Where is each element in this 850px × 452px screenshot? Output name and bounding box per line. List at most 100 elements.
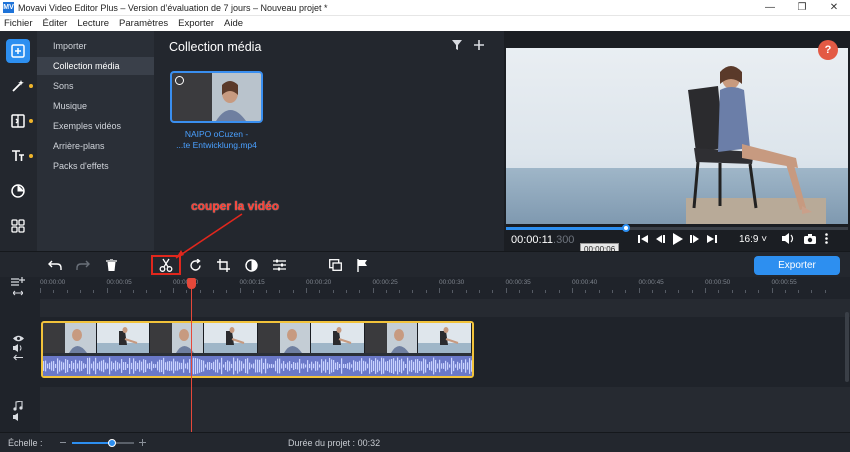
playback-progress[interactable] [506,224,848,232]
category-musique[interactable]: Musique [37,97,154,115]
more-tools-icon[interactable] [6,214,30,238]
marker-icon[interactable] [352,256,372,274]
menu-exporter[interactable]: Exporter [178,18,214,29]
ruler-tick [731,290,733,293]
overlay-icon[interactable] [325,256,345,274]
magic-wand-icon[interactable] [6,74,30,98]
waveform-bar [117,362,119,370]
skip-start-icon[interactable] [638,234,648,244]
next-frame-icon[interactable] [690,234,700,244]
waveform-bar [61,361,63,371]
playback-progress-knob[interactable] [621,224,630,232]
category-importer[interactable]: Importer [37,37,154,55]
menu-lecture[interactable]: Lecture [77,18,109,29]
zoom-in-icon[interactable] [139,439,146,446]
stickers-icon[interactable] [6,179,30,203]
ruler-tick [212,290,214,293]
waveform-bar [269,364,271,368]
zoom-slider[interactable] [72,439,134,447]
media-item-caption[interactable]: NAIPO oCuzen - ...te Entwicklung.mp4 [164,129,269,151]
ruler-label: 00:00:30 [439,279,465,286]
waveform-bar [259,359,261,373]
waveform-bar [435,359,437,373]
timeline-scrollbar[interactable] [845,312,849,382]
aspect-ratio-select[interactable]: 16:9 ˅ [739,234,767,245]
import-icon[interactable] [6,39,30,63]
waveform-bar [133,358,135,374]
redo-icon[interactable] [73,256,93,274]
waveform-bar [103,359,105,373]
link-icon[interactable] [13,289,23,297]
waveform-bar [99,361,101,371]
minimize-button[interactable]: — [754,0,786,16]
play-icon[interactable] [672,233,683,245]
duration-value: 00:32 [357,438,381,448]
clip-frame [418,323,472,353]
clip-frame [96,323,151,353]
cut-button[interactable] [151,255,181,275]
track-volume-icon[interactable] [13,344,23,352]
clip-properties-icon[interactable] [269,256,289,274]
media-actions [452,40,484,50]
waveform-bar [219,362,221,370]
menu-aide[interactable]: Aide [224,18,243,29]
more-options-icon[interactable] [825,233,828,244]
waveform-bar [325,359,327,373]
detach-audio-icon[interactable] [13,354,23,361]
skip-end-icon[interactable] [707,234,717,244]
zoom-slider-knob[interactable] [108,439,117,447]
rotate-icon[interactable] [185,256,205,274]
delete-icon[interactable] [101,256,121,274]
category-exemples-videos[interactable]: Exemples vidéos [37,117,154,135]
prev-frame-icon[interactable] [655,234,665,244]
music-track[interactable] [40,387,850,432]
menu-fichier[interactable]: Fichier [4,18,33,29]
category-arriere-plans[interactable]: Arrière-plans [37,137,154,155]
volume-icon[interactable] [782,233,795,244]
title-bar: MV Movavi Video Editor Plus – Version d’… [0,0,850,16]
video-clip[interactable] [41,321,474,378]
ruler-label: 00:00:50 [705,279,731,286]
snapshot-icon[interactable] [804,233,816,244]
waveform-bar [77,363,79,369]
close-button[interactable]: ✕ [818,0,850,16]
undo-icon[interactable] [45,256,65,274]
crop-icon[interactable] [213,256,233,274]
status-bar: Échelle : Durée du projet : 00:32 [0,432,850,452]
add-track-icon[interactable] [11,277,25,287]
menu-editer[interactable]: Éditer [43,18,68,29]
menu-parametres[interactable]: Paramètres [119,18,168,29]
duration-label: Durée du projet : [288,438,356,448]
zoom-out-icon[interactable] [60,442,66,443]
waveform-bar [403,361,405,371]
music-volume-icon[interactable] [13,413,23,421]
playhead-handle[interactable] [187,278,196,289]
time-ruler[interactable]: 00:00:00 00:00:05 00:00:10 00:00:15 00:00:20… [40,277,850,293]
add-icon[interactable] [474,40,484,50]
waveform-bar [329,357,331,375]
waveform-bar [215,359,217,373]
waveform-bar [307,360,309,372]
waveform-bar [277,358,279,374]
playhead[interactable] [191,280,192,432]
category-packs-effets[interactable]: Packs d'effets [37,157,154,175]
titles-icon[interactable] [6,144,30,168]
transitions-icon[interactable] [6,109,30,133]
waveform-bar [63,362,65,370]
visibility-icon[interactable] [12,335,24,342]
filter-icon[interactable] [452,40,462,50]
ruler-tick [465,290,467,293]
waveform-bar [417,359,419,373]
ruler-tick [518,290,520,293]
category-sons[interactable]: Sons [37,77,154,95]
media-thumbnail[interactable] [170,71,263,123]
waveform-bar [429,361,431,371]
export-button[interactable]: Exporter [754,256,840,275]
category-collection-media[interactable]: Collection média [37,57,154,75]
color-adjust-icon[interactable] [241,256,261,274]
titles-track[interactable] [40,299,850,317]
waveform-bar [287,362,289,370]
help-button[interactable]: ? [818,40,838,60]
waveform-bar [261,358,263,374]
maximize-button[interactable]: ❐ [786,0,818,16]
